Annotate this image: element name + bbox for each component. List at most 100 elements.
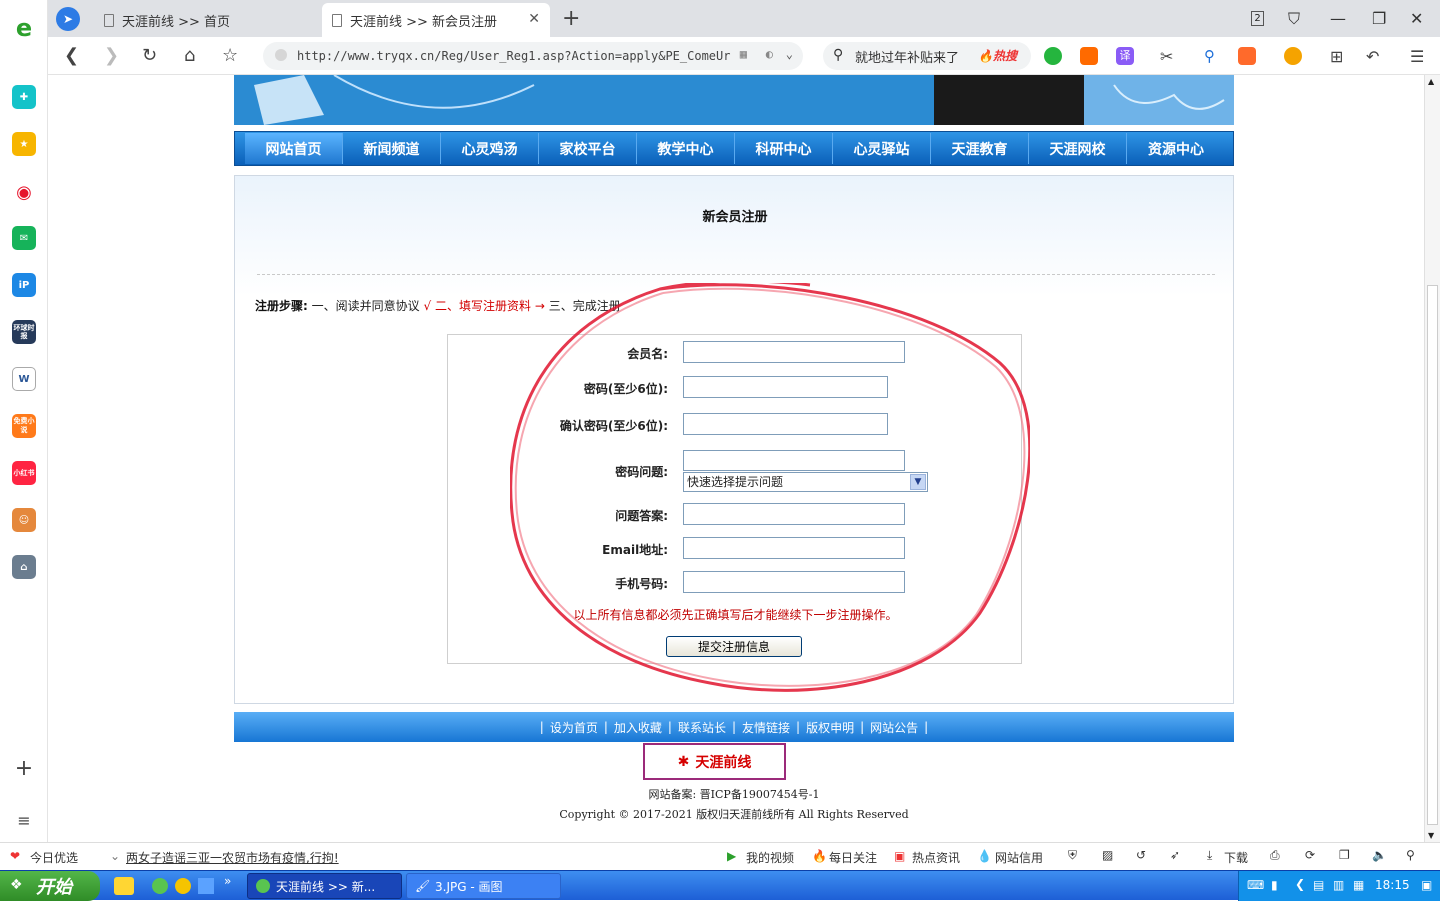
list-icon[interactable]: ≡ — [12, 808, 36, 832]
nav-education[interactable]: 天涯教育 — [931, 133, 1029, 164]
navigate-icon[interactable]: ➤ — [56, 7, 80, 31]
free-novel-icon[interactable]: 免费小说 — [12, 414, 36, 438]
scissors-icon[interactable]: ✂ — [1160, 47, 1178, 66]
print-icon[interactable]: ⎙ — [1270, 848, 1280, 863]
scroll-up-icon[interactable]: ▲ — [1428, 77, 1434, 86]
site-credit[interactable]: 网站信用 — [995, 849, 1043, 866]
restore-icon[interactable]: ❐ — [1372, 9, 1386, 28]
coupon-icon[interactable] — [1284, 47, 1302, 65]
browser-logo-icon[interactable]: e — [12, 14, 36, 42]
footer-link-friends[interactable]: 友情链接 — [742, 719, 790, 736]
tv-icon[interactable] — [1080, 47, 1098, 65]
xiaohongshu-icon[interactable]: 小红书 — [12, 461, 36, 485]
dropdown-icon[interactable]: ⌄ — [786, 47, 793, 61]
reload-icon[interactable]: ↻ — [142, 45, 157, 66]
footer-link-notice[interactable]: 网站公告 — [870, 719, 918, 736]
mail-icon[interactable]: ✉ — [12, 226, 36, 250]
back-icon[interactable]: ❮ — [64, 45, 79, 66]
bookmark-star-icon[interactable]: ☆ — [222, 45, 238, 66]
task-paint[interactable]: 🖌 3.JPG - 画图 — [406, 873, 561, 899]
daily-focus[interactable]: 每日关注 — [829, 849, 877, 866]
new-tab-icon[interactable]: + — [562, 6, 580, 31]
app-quick-icon[interactable] — [198, 878, 214, 894]
nav-home-school[interactable]: 家校平台 — [539, 133, 637, 164]
footer-link-contact[interactable]: 联系站长 — [678, 719, 726, 736]
tab-register[interactable]: 天涯前线 >> 新会员注册 ✕ — [322, 3, 550, 37]
nav-resources[interactable]: 资源中心 — [1127, 133, 1225, 164]
close-window-icon[interactable]: ✕ — [1410, 9, 1423, 28]
zoom-icon[interactable]: ⚲ — [1204, 47, 1222, 65]
task-browser[interactable]: 天涯前线 >> 新... — [247, 873, 402, 899]
skin-icon[interactable]: ⛉ — [1288, 9, 1300, 29]
footer-link-homepage[interactable]: 设为首页 — [550, 719, 598, 736]
home-icon[interactable]: ⌂ — [184, 45, 195, 66]
add-green-icon[interactable]: ✚ — [12, 85, 36, 109]
tab-home[interactable]: 天涯前线 >> 首页 — [94, 3, 320, 37]
battery-icon[interactable]: ▮ — [1271, 878, 1278, 892]
chevron-down-icon[interactable]: ⌄ — [110, 849, 120, 863]
game-character-icon[interactable]: ☺ — [12, 508, 36, 532]
translate-icon[interactable]: 译 — [1116, 47, 1134, 65]
close-tab-icon[interactable]: ✕ — [528, 11, 540, 27]
hot-search-badge[interactable]: 🔥热搜 — [978, 47, 1017, 64]
nav-home[interactable]: 网站首页 — [245, 133, 343, 164]
nav-station[interactable]: 心灵驿站 — [833, 133, 931, 164]
tab-count-badge[interactable]: 2 — [1251, 11, 1264, 26]
forward-icon[interactable]: ❯ — [104, 45, 119, 66]
keyboard-icon[interactable]: ⌨ — [1247, 878, 1264, 892]
menu-icon[interactable]: ☰ — [1410, 47, 1428, 66]
address-bar[interactable]: http://www.tryqx.cn/Reg/User_Reg1.asp?Ac… — [263, 42, 803, 70]
hot-news[interactable]: 热点资讯 — [912, 849, 960, 866]
news-icon[interactable]: 环球时报 — [12, 320, 36, 344]
nav-news[interactable]: 新闻频道 — [343, 133, 441, 164]
undo-icon[interactable]: ↶ — [1366, 47, 1384, 66]
download-icon[interactable]: ⤓ — [1207, 848, 1212, 863]
shield-icon[interactable]: ⛨ — [1068, 848, 1077, 863]
chat-icon[interactable] — [1044, 47, 1062, 65]
window-icon[interactable]: ❐ — [1339, 848, 1350, 862]
footer-link-copyright[interactable]: 版权申明 — [806, 719, 854, 736]
image-icon[interactable]: ▨ — [1102, 848, 1113, 862]
game-town-icon[interactable]: ⌂ — [12, 555, 36, 579]
nav-school[interactable]: 天涯网校 — [1029, 133, 1127, 164]
download-label[interactable]: 下载 — [1224, 849, 1248, 866]
clock[interactable]: 18:15 — [1375, 878, 1410, 892]
footer-link-favorite[interactable]: 加入收藏 — [614, 719, 662, 736]
ip-icon[interactable]: iP — [12, 273, 36, 297]
more-quick-icon[interactable]: » — [224, 874, 231, 888]
scroll-down-icon[interactable]: ▼ — [1428, 831, 1434, 840]
browser-quick-icon[interactable] — [152, 878, 168, 894]
game-icon[interactable] — [1238, 47, 1256, 65]
quicklaunch-icon[interactable] — [114, 877, 134, 895]
favorites-star-icon[interactable]: ★ — [12, 132, 36, 156]
notification-icon[interactable]: ▣ — [1421, 878, 1432, 892]
scroll-thumb[interactable] — [1427, 285, 1438, 825]
plus-quick-icon[interactable] — [175, 878, 191, 894]
headline-link[interactable]: 两女子造谣三亚一农贸市场有疫情,行拘! — [126, 849, 339, 866]
network-icon[interactable]: ▥ — [1333, 878, 1344, 892]
word-doc-icon[interactable]: W — [12, 367, 36, 391]
tray-tool-icon[interactable]: ▦ — [1353, 878, 1364, 892]
site-info-icon[interactable] — [275, 49, 287, 61]
sync-icon[interactable]: ⟳ — [1305, 848, 1315, 862]
minimize-icon[interactable]: — — [1330, 9, 1346, 28]
nav-soup[interactable]: 心灵鸡汤 — [441, 133, 539, 164]
page-scrollbar[interactable]: ▲ ▼ — [1424, 75, 1440, 842]
browser-statusbar: ❤ 今日优选 ⌄ 两女子造谣三亚一农贸市场有疫情,行拘! ▶ 我的视频 🔥 每日… — [0, 842, 1440, 870]
weibo-icon[interactable]: ◉ — [12, 180, 36, 204]
zoom-icon[interactable]: ⚲ — [1406, 848, 1415, 862]
speed-icon[interactable]: ➶ — [1170, 848, 1180, 862]
qr-icon[interactable]: ▦ — [740, 47, 747, 61]
compat-icon[interactable]: ◐ — [766, 47, 773, 61]
volume-icon[interactable]: 🔈 — [1372, 848, 1387, 862]
nav-teaching[interactable]: 教学中心 — [637, 133, 735, 164]
refresh-icon[interactable]: ↺ — [1136, 848, 1146, 862]
today-picks[interactable]: 今日优选 — [30, 849, 78, 866]
plus-icon[interactable]: + — [12, 756, 36, 781]
start-button[interactable]: ❖ 开始 — [0, 871, 100, 901]
tray-app-icon[interactable]: ▤ — [1313, 878, 1324, 892]
apps-grid-icon[interactable]: ⊞ — [1330, 47, 1348, 66]
nav-research[interactable]: 科研中心 — [735, 133, 833, 164]
my-video[interactable]: 我的视频 — [746, 849, 794, 866]
tray-arrow-icon[interactable]: ❮ — [1295, 877, 1305, 891]
